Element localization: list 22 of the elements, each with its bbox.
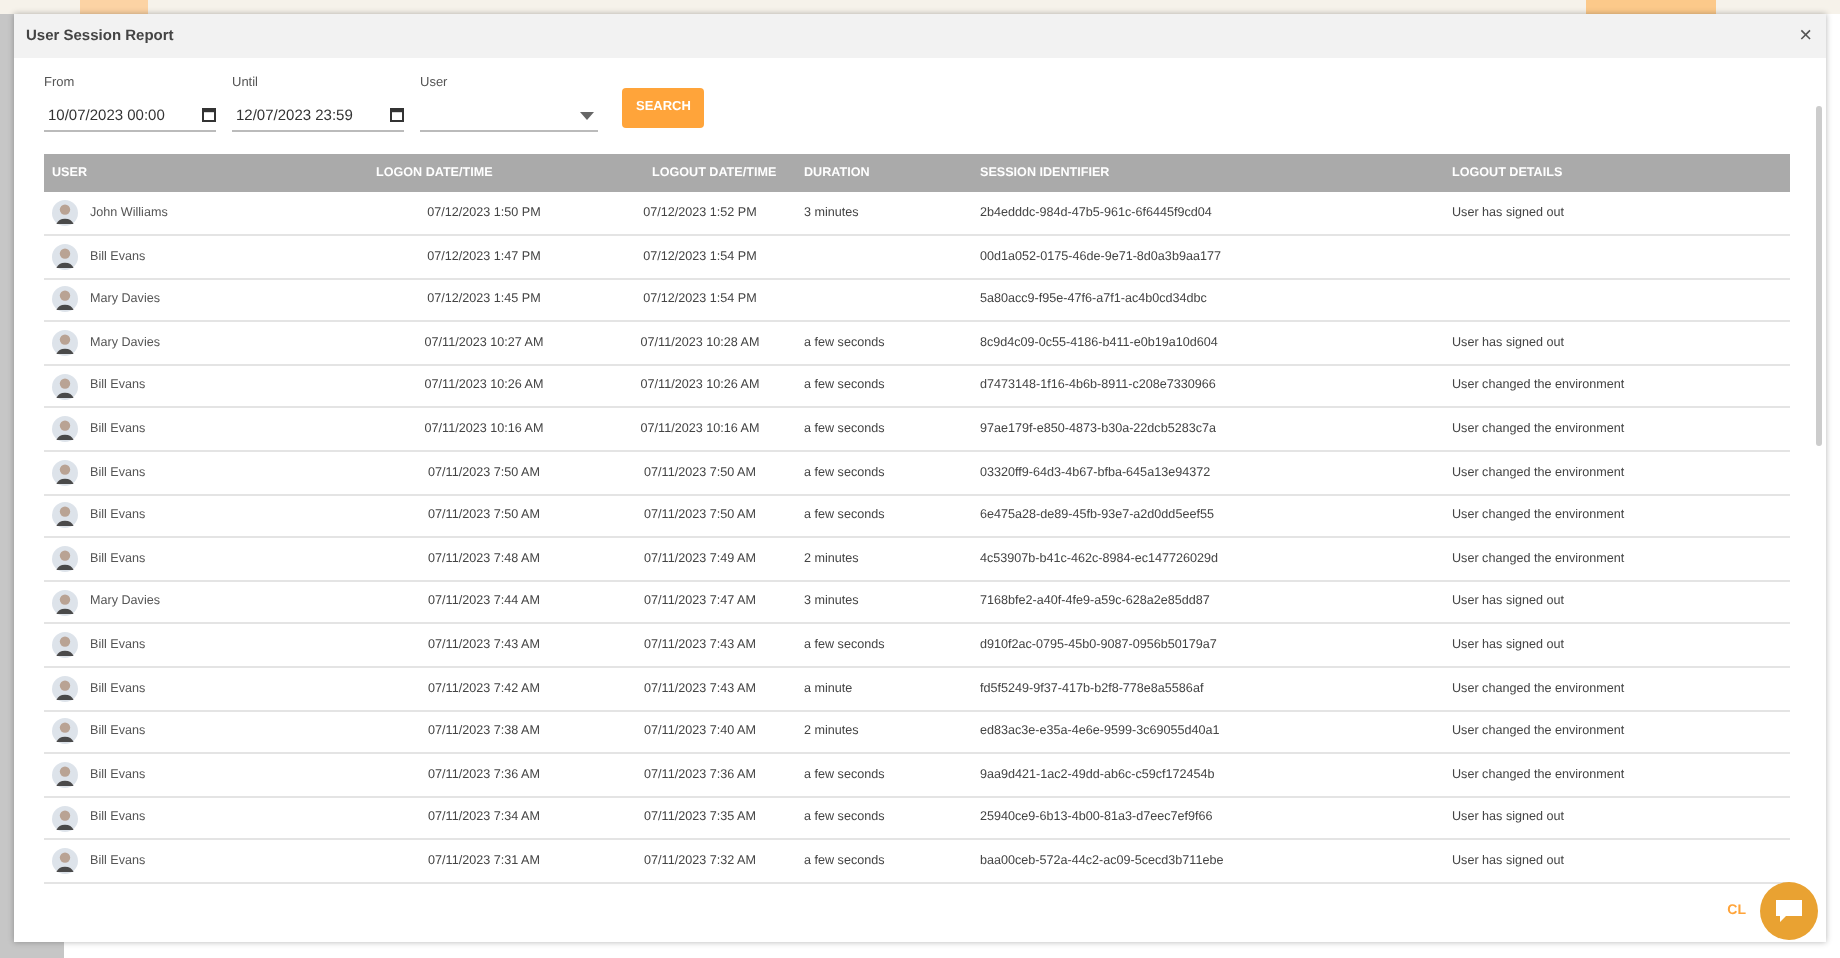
avatar-icon xyxy=(52,762,78,788)
avatar-icon xyxy=(52,589,78,616)
avatar-icon xyxy=(52,243,78,270)
avatar-icon xyxy=(52,632,78,659)
avatar-icon xyxy=(52,373,78,400)
avatar-icon xyxy=(52,718,78,745)
avatar-icon xyxy=(52,459,78,486)
avatar-icon xyxy=(52,416,78,443)
avatar-icon xyxy=(52,805,78,832)
calendar-icon xyxy=(390,108,404,123)
caret-icon xyxy=(580,111,594,120)
avatar-icon xyxy=(52,546,78,573)
avatar-icon xyxy=(52,200,78,227)
avatar-icon xyxy=(52,286,78,313)
close-button[interactable]: × xyxy=(1799,25,1812,48)
avatar-icon xyxy=(52,330,78,357)
chat-icon xyxy=(1774,898,1804,924)
avatar-icon xyxy=(52,502,78,529)
scrollbar[interactable] xyxy=(1816,106,1822,447)
avatar-icon xyxy=(52,675,78,702)
calendar-icon xyxy=(202,108,216,123)
avatar-icon xyxy=(52,848,78,875)
